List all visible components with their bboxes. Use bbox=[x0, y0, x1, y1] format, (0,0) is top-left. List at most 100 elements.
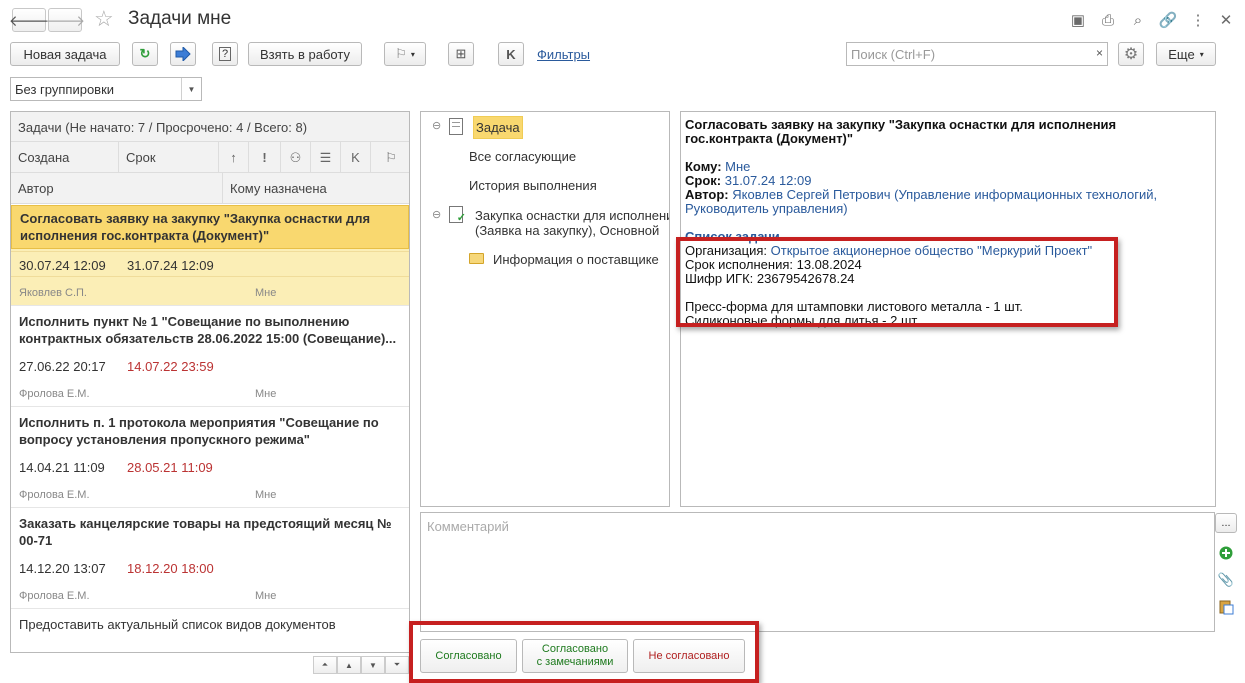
document-check-icon: ✓ bbox=[449, 206, 466, 224]
close-icon[interactable]: ✕ bbox=[1216, 10, 1236, 30]
task-title: Предоставить актуальный список видов док… bbox=[19, 617, 336, 632]
flag-icon: ⚐ bbox=[395, 46, 407, 61]
column-header-row-1: Создана Срок ↑ ! ⚇ ☰ K ⚐ bbox=[11, 142, 409, 173]
blue-arrow-icon bbox=[175, 47, 191, 61]
scroll-up-icon[interactable]: ▲ bbox=[337, 656, 361, 674]
tree-item-all-approvers[interactable]: Все согласующие bbox=[469, 149, 576, 164]
column-author[interactable]: Автор bbox=[11, 173, 223, 204]
task-assignee: Мне bbox=[255, 388, 277, 400]
chevron-down-icon: ▾ bbox=[410, 49, 415, 59]
task-title: Заказать канцелярские товары на предстоя… bbox=[19, 516, 392, 548]
to-label: Кому: bbox=[685, 159, 722, 174]
forward-button[interactable]: 🡒 bbox=[44, 8, 86, 32]
paste-icon[interactable] bbox=[1216, 597, 1236, 617]
task-tree: ⊖ Задача Все согласующие История выполне… bbox=[420, 111, 670, 507]
tree-item-task[interactable]: Задача bbox=[473, 116, 523, 139]
more-vertical-icon[interactable]: ⋮ bbox=[1188, 10, 1208, 30]
column-participants-icon[interactable]: ⚇ bbox=[281, 142, 311, 173]
author-label: Автор: bbox=[685, 187, 729, 202]
tree-add-button[interactable]: ⊞ bbox=[448, 42, 474, 66]
task-author: Фролова Е.М. bbox=[19, 590, 90, 602]
gear-icon: ⚙ bbox=[1123, 46, 1139, 63]
tree-item-supplier-info[interactable]: Информация о поставщике bbox=[493, 252, 659, 267]
task-author: Фролова Е.М. bbox=[19, 388, 90, 400]
task-list: Задачи (Не начато: 7 / Просрочено: 4 / В… bbox=[10, 111, 410, 653]
task-author: Фролова Е.М. bbox=[19, 489, 90, 501]
save-icon[interactable]: ▣ bbox=[1068, 10, 1088, 30]
collapse-icon[interactable]: ⊖ bbox=[432, 119, 441, 132]
refresh-button[interactable]: ↻ bbox=[132, 42, 158, 66]
back-button[interactable]: 🡐 bbox=[9, 8, 49, 32]
column-assignee[interactable]: Кому назначена bbox=[223, 173, 409, 204]
list-navigation: ⏶ ▲ ▼ ⏷ bbox=[313, 656, 409, 674]
author-value[interactable]: Яковлев Сергей Петрович (Управление инфо… bbox=[732, 187, 1157, 202]
task-assignee: Мне bbox=[255, 590, 277, 602]
settings-button[interactable]: ⚙ bbox=[1118, 42, 1144, 66]
column-header-row-2: Автор Кому назначена bbox=[11, 173, 409, 204]
document-icon bbox=[449, 118, 463, 135]
task-created: 14.12.20 13:07 bbox=[19, 561, 106, 576]
comment-field[interactable]: Комментарий bbox=[420, 512, 1215, 632]
tree-add-icon: ⊞ bbox=[455, 46, 467, 61]
task-title: Исполнить пункт № 1 "Совещание по выполн… bbox=[19, 314, 397, 346]
link-icon[interactable]: 🔗 bbox=[1158, 10, 1178, 30]
detail-title: Согласовать заявку на закупку "Закупка о… bbox=[685, 117, 1117, 132]
column-flag-icon[interactable]: ⚐ bbox=[371, 142, 409, 173]
list-caption: Задачи (Не начато: 7 / Просрочено: 4 / В… bbox=[11, 112, 409, 142]
highlight-frame-actions bbox=[409, 621, 759, 683]
add-icon[interactable] bbox=[1216, 543, 1236, 563]
clear-search-icon[interactable]: × bbox=[1096, 46, 1103, 60]
preview-search-icon[interactable]: ⌕ bbox=[1128, 10, 1148, 30]
table-row[interactable]: Предоставить актуальный список видов док… bbox=[11, 609, 409, 652]
chevron-down-icon[interactable]: ▼ bbox=[181, 78, 201, 100]
favorite-star-icon[interactable]: ☆ bbox=[94, 6, 114, 32]
comment-more-button[interactable]: ... bbox=[1215, 513, 1237, 533]
new-task-button[interactable]: Новая задача bbox=[10, 42, 120, 66]
more-menu-button[interactable]: Еще ▾ bbox=[1156, 42, 1216, 66]
task-created: 14.04.21 11:09 bbox=[19, 460, 105, 475]
task-due: 18.12.20 18:00 bbox=[127, 561, 214, 576]
table-row[interactable]: Согласовать заявку на закупку "Закупка о… bbox=[11, 205, 409, 306]
table-row[interactable]: Исполнить пункт № 1 "Совещание по выполн… bbox=[11, 306, 409, 407]
scroll-top-icon[interactable]: ⏶ bbox=[313, 656, 337, 674]
column-tree-icon[interactable]: ☰ bbox=[311, 142, 341, 173]
sort-arrow-icon[interactable]: ↑ bbox=[219, 142, 249, 173]
filters-link[interactable]: Фильтры bbox=[537, 47, 590, 62]
task-title: Согласовать заявку на закупку "Закупка о… bbox=[11, 205, 409, 249]
flag-menu-button[interactable]: ⚐ ▾ bbox=[384, 42, 426, 66]
refresh-icon: ↻ bbox=[139, 46, 151, 61]
help-button[interactable]: ? bbox=[212, 42, 238, 66]
table-row[interactable]: Заказать канцелярские товары на предстоя… bbox=[11, 508, 409, 609]
task-assignee: Мне bbox=[255, 287, 277, 299]
task-created: 27.06.22 20:17 bbox=[19, 359, 106, 374]
to-value[interactable]: Мне bbox=[725, 159, 750, 174]
scroll-bottom-icon[interactable]: ⏷ bbox=[385, 656, 409, 674]
window-title: Задачи мне bbox=[128, 8, 232, 29]
forward-task-button[interactable] bbox=[170, 42, 196, 66]
grouping-select[interactable]: Без группировки ▼ bbox=[10, 77, 202, 101]
column-k[interactable]: K bbox=[341, 142, 371, 173]
task-due: 14.07.22 23:59 bbox=[127, 359, 214, 374]
folder-icon bbox=[469, 253, 484, 264]
tree-item-purchase[interactable]: Закупка оснастки для исполнения bbox=[475, 208, 669, 223]
k-button[interactable]: K bbox=[498, 42, 524, 66]
task-due: 31.07.24 12:09 bbox=[127, 258, 214, 273]
table-row[interactable]: Исполнить п. 1 протокола мероприятия "Со… bbox=[11, 407, 409, 508]
paperclip-icon[interactable]: 📎 bbox=[1216, 570, 1236, 590]
column-created[interactable]: Создана bbox=[11, 142, 119, 173]
column-due[interactable]: Срок bbox=[119, 142, 219, 173]
detail-title-line2: гос.контракта (Документ)" bbox=[685, 131, 854, 146]
arrow-right-icon: 🡒 bbox=[44, 12, 86, 30]
due-value[interactable]: 31.07.24 12:09 bbox=[725, 173, 812, 188]
task-assignee: Мне bbox=[255, 489, 277, 501]
scroll-down-icon[interactable]: ▼ bbox=[361, 656, 385, 674]
print-icon[interactable]: ⎙ bbox=[1098, 10, 1118, 30]
column-importance[interactable]: ! bbox=[249, 142, 281, 173]
search-input[interactable]: Поиск (Ctrl+F) × bbox=[846, 42, 1108, 66]
take-to-work-button[interactable]: Взять в работу bbox=[248, 42, 362, 66]
tree-item-history[interactable]: История выполнения bbox=[469, 178, 597, 193]
task-title: Исполнить п. 1 протокола мероприятия "Со… bbox=[19, 415, 379, 447]
collapse-icon[interactable]: ⊖ bbox=[432, 208, 441, 221]
comment-placeholder: Комментарий bbox=[427, 519, 509, 534]
author-value-line2[interactable]: Руководитель управления) bbox=[685, 202, 848, 216]
